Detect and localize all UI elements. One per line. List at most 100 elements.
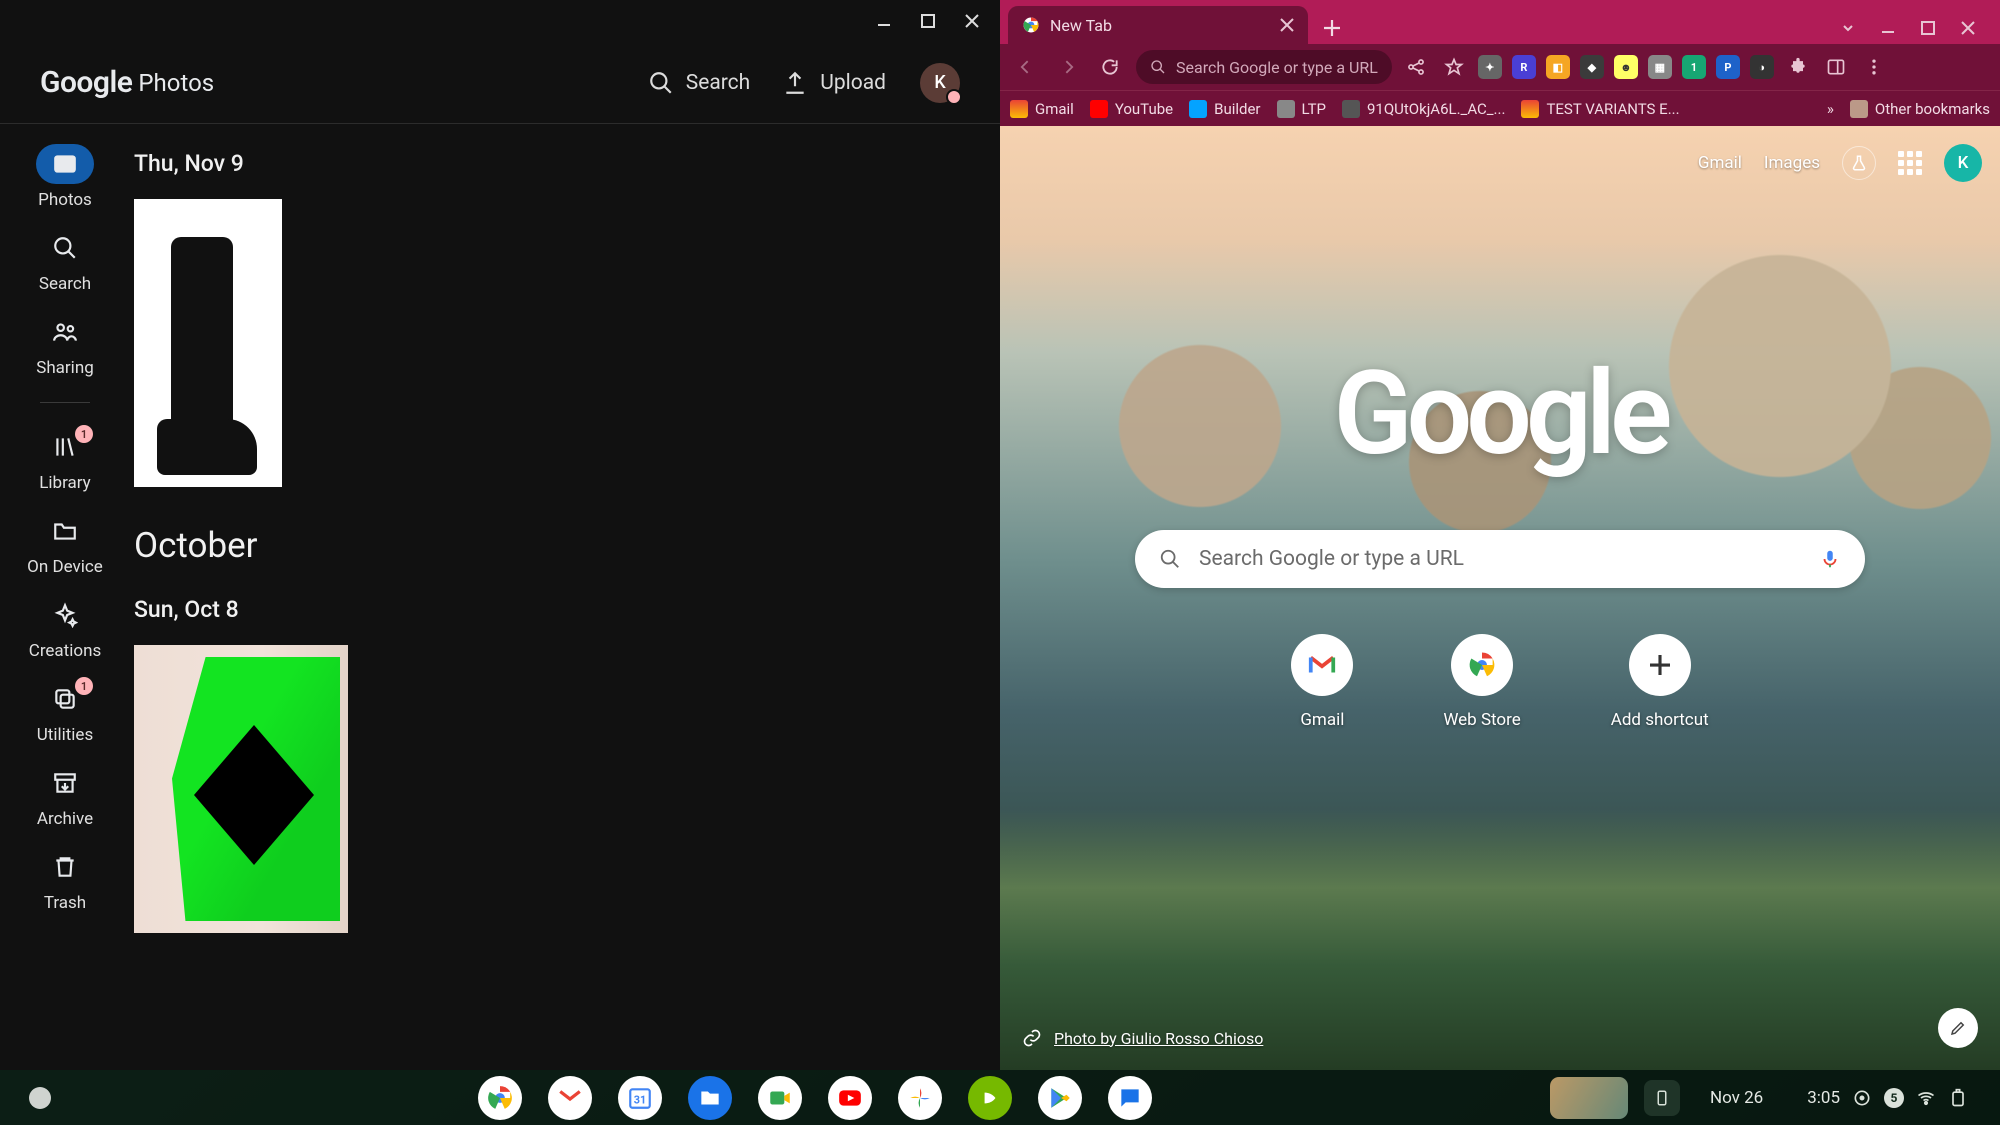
browser-tab[interactable]: New Tab <box>1008 6 1308 44</box>
arrow-left-icon <box>1016 57 1036 77</box>
extension-icon[interactable]: ◑ <box>1750 55 1774 79</box>
other-bookmarks-folder[interactable]: Other bookmarks <box>1850 100 1990 118</box>
shelf-app-photos[interactable] <box>898 1076 942 1120</box>
sidebar-item-utilities[interactable]: Utilities 1 <box>17 679 113 745</box>
customize-chrome-button[interactable] <box>1938 1008 1978 1048</box>
google-apps-button[interactable] <box>1898 151 1922 175</box>
close-icon[interactable] <box>964 13 980 29</box>
photo-thumbnail[interactable] <box>134 199 282 487</box>
address-bar[interactable]: Search Google or type a URL <box>1136 50 1392 84</box>
share-icon <box>1406 57 1426 77</box>
photos-sidebar: Photos Search Sharing Library 1 <box>0 124 130 1070</box>
share-button[interactable] <box>1402 53 1430 81</box>
minimize-icon[interactable] <box>1880 20 1896 36</box>
shelf-app-nvidia[interactable] <box>968 1076 1012 1120</box>
sidebar-badge: 1 <box>75 425 93 443</box>
sidebar-item-library[interactable]: Library 1 <box>17 427 113 493</box>
bookmark-item[interactable]: 91QUtOkjA6L._AC_... <box>1342 100 1505 118</box>
shelf-app-meet[interactable] <box>758 1076 802 1120</box>
star-icon <box>1444 57 1464 77</box>
sidebar-item-label: Search <box>39 274 91 294</box>
forward-button[interactable] <box>1052 51 1084 83</box>
ntp-search-box[interactable]: Search Google or type a URL <box>1135 530 1865 588</box>
tab-close-icon[interactable] <box>1280 18 1294 32</box>
ntp-shortcuts: Gmail Web Store Add shortcut <box>1291 634 1708 730</box>
bookmark-item[interactable]: Gmail <box>1010 100 1074 118</box>
sidebar-item-photos[interactable]: Photos <box>17 144 113 210</box>
reload-button[interactable] <box>1094 51 1126 83</box>
shortcut-webstore[interactable]: Web Store <box>1443 634 1520 730</box>
phone-hub-button[interactable] <box>1644 1080 1680 1116</box>
maximize-icon[interactable] <box>1920 20 1936 36</box>
sidebar-item-sharing[interactable]: Sharing <box>17 312 113 378</box>
profile-avatar[interactable]: K <box>1944 144 1982 182</box>
shelf-app-messages[interactable] <box>1108 1076 1152 1120</box>
extension-icon[interactable]: R <box>1512 55 1536 79</box>
shelf-app-youtube[interactable] <box>828 1076 872 1120</box>
tab-search-icon[interactable] <box>1840 20 1856 36</box>
minimize-icon[interactable] <box>876 13 892 29</box>
puzzle-icon <box>1788 57 1808 77</box>
wifi-icon <box>1916 1088 1936 1108</box>
status-tray[interactable]: 3:05 5 <box>1793 1079 1982 1117</box>
sidebar-item-archive[interactable]: Archive <box>17 763 113 829</box>
profile-avatar[interactable]: K <box>920 63 960 103</box>
shelf-app-gmail[interactable] <box>548 1076 592 1120</box>
extensions-button[interactable] <box>1784 53 1812 81</box>
google-photos-logo: Google Photos <box>40 65 214 100</box>
sidebar-item-label: Utilities <box>37 725 93 745</box>
svg-text:31: 31 <box>634 1093 646 1106</box>
shelf-app-chrome[interactable] <box>478 1076 522 1120</box>
shortcut-add[interactable]: Add shortcut <box>1611 634 1709 730</box>
gmail-link[interactable]: Gmail <box>1698 153 1742 173</box>
new-tab-page: Gmail Images K Google Search Google or t… <box>1000 126 2000 1070</box>
bookmark-item[interactable]: TEST VARIANTS E... <box>1521 100 1679 118</box>
background-attribution[interactable]: Photo by Giulio Rosso Chioso <box>1022 1028 1263 1048</box>
locate-icon <box>1852 1088 1872 1108</box>
google-logo: Google <box>1334 346 1667 482</box>
shelf-app-calendar[interactable]: 31 <box>618 1076 662 1120</box>
sidebar-item-trash[interactable]: Trash <box>17 847 113 913</box>
link-icon <box>1022 1028 1042 1048</box>
tray-time: 3:05 <box>1807 1088 1840 1108</box>
bookmark-item[interactable]: LTP <box>1277 100 1326 118</box>
images-link[interactable]: Images <box>1764 153 1820 173</box>
bookmark-star-button[interactable] <box>1440 53 1468 81</box>
bookmark-item[interactable]: Builder <box>1189 100 1260 118</box>
tote-preview[interactable] <box>1550 1077 1628 1119</box>
new-tab-button[interactable] <box>1316 12 1348 44</box>
sidebar-divider <box>40 402 90 403</box>
chrome-menu-button[interactable] <box>1860 53 1888 81</box>
back-button[interactable] <box>1010 51 1042 83</box>
side-panel-button[interactable] <box>1822 53 1850 81</box>
extension-icon[interactable]: ◆ <box>1580 55 1604 79</box>
search-labs-button[interactable] <box>1842 146 1876 180</box>
calendar-tray[interactable]: Nov 26 <box>1696 1079 1777 1117</box>
trash-icon <box>52 854 78 880</box>
maximize-icon[interactable] <box>920 13 936 29</box>
tray-date: Nov 26 <box>1710 1088 1763 1108</box>
omnibox-placeholder: Search Google or type a URL <box>1176 58 1378 77</box>
extension-icon[interactable]: P <box>1716 55 1740 79</box>
extension-icon[interactable]: 1 <box>1682 55 1706 79</box>
sidebar-item-creations[interactable]: Creations <box>17 595 113 661</box>
shelf-app-playstore[interactable] <box>1038 1076 1082 1120</box>
sidebar-item-search[interactable]: Search <box>17 228 113 294</box>
photo-thumbnail[interactable] <box>134 645 348 933</box>
sidebar-item-ondevice[interactable]: On Device <box>17 511 113 577</box>
voice-search-icon[interactable] <box>1819 548 1841 570</box>
extension-icon[interactable]: ☻ <box>1614 55 1638 79</box>
search-button[interactable]: Search <box>632 60 767 106</box>
shortcut-gmail[interactable]: Gmail <box>1291 634 1353 730</box>
extension-icon[interactable]: ▦ <box>1648 55 1672 79</box>
close-icon[interactable] <box>1960 20 1976 36</box>
extension-icon[interactable]: ✦ <box>1478 55 1502 79</box>
month-header: October <box>134 525 1000 566</box>
shelf-app-files[interactable] <box>688 1076 732 1120</box>
bookmark-item[interactable]: YouTube <box>1090 100 1173 118</box>
bookmarks-overflow[interactable]: » <box>1827 100 1834 118</box>
launcher-button[interactable] <box>29 1087 51 1109</box>
folder-icon <box>52 518 78 544</box>
upload-button[interactable]: Upload <box>766 60 902 106</box>
extension-icon[interactable]: ◧ <box>1546 55 1570 79</box>
